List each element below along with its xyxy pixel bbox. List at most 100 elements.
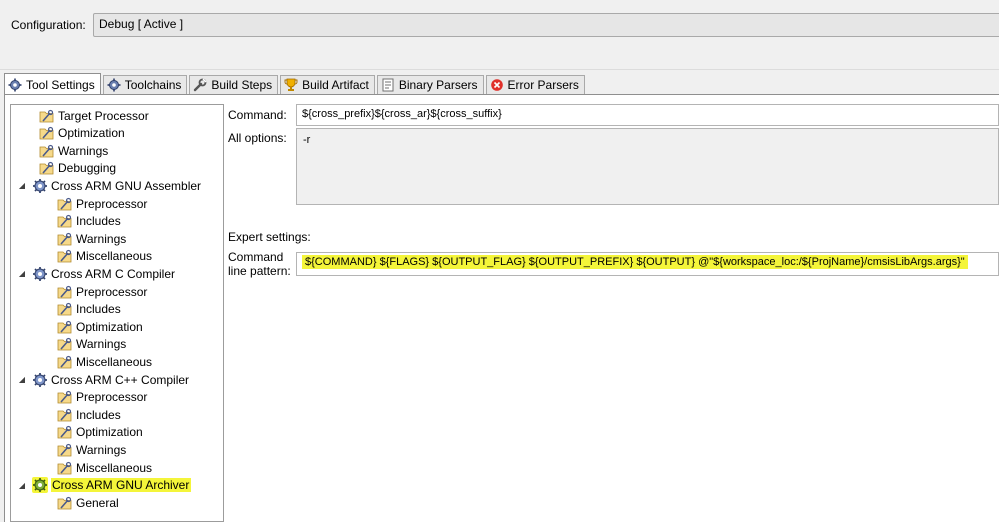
tree-tool-node[interactable]: ◢ Cross ARM C Compiler bbox=[17, 265, 175, 282]
gear-icon bbox=[8, 78, 22, 91]
tree-item-label: Target Processor bbox=[58, 108, 149, 123]
gear-icon bbox=[107, 78, 121, 92]
tree-option-node[interactable]: General bbox=[57, 494, 119, 511]
tab-toolchains[interactable]: Toolchains bbox=[102, 75, 188, 94]
error-icon bbox=[490, 79, 503, 91]
tab-tool-settings[interactable]: Tool Settings bbox=[4, 73, 101, 95]
all-options-field: -r bbox=[296, 128, 999, 205]
tree-tool-node[interactable]: ◢ Cross ARM GNU Assembler bbox=[17, 177, 201, 194]
tree-option-node[interactable]: Warnings bbox=[57, 230, 126, 247]
tree-item-label: Cross ARM GNU Archiver bbox=[51, 478, 192, 493]
configuration-select[interactable]: Debug [ Active ] bbox=[93, 13, 999, 37]
tree-item-label: General bbox=[76, 495, 119, 510]
tree-item-label: Miscellaneous bbox=[76, 249, 153, 264]
tool-gear-icon bbox=[32, 477, 48, 494]
tree-option-node[interactable]: Target Processor bbox=[39, 107, 149, 124]
tree-option-node[interactable]: Optimization bbox=[57, 424, 143, 441]
tab-label: Tool Settings bbox=[26, 77, 95, 92]
option-folder-icon bbox=[57, 424, 73, 440]
expand-arrow-icon[interactable]: ◢ bbox=[17, 269, 27, 278]
tree-item-label: Includes bbox=[76, 302, 121, 317]
tab-error-parsers[interactable]: Error Parsers bbox=[485, 75, 585, 94]
tree-option-node[interactable]: Optimization bbox=[57, 318, 143, 335]
option-folder-icon bbox=[57, 196, 73, 212]
tree-option-node[interactable]: Preprocessor bbox=[57, 195, 147, 212]
tree-item-label: Includes bbox=[76, 214, 121, 229]
option-folder-icon bbox=[57, 301, 73, 317]
tree-item-label: Warnings bbox=[58, 143, 109, 158]
option-folder-icon bbox=[39, 143, 55, 159]
binary-icon bbox=[382, 78, 394, 92]
command-line-pattern-value: ${COMMAND} ${FLAGS} ${OUTPUT_FLAG} ${OUT… bbox=[302, 255, 968, 269]
expert-settings-label: Expert settings: bbox=[228, 230, 311, 244]
option-folder-icon bbox=[39, 125, 55, 141]
tree-item-label: Warnings bbox=[76, 231, 127, 246]
tree-option-node[interactable]: Warnings bbox=[39, 142, 108, 159]
configuration-bar: Configuration: Debug [ Active ] bbox=[0, 0, 999, 70]
tree-option-node[interactable]: Miscellaneous bbox=[57, 248, 152, 265]
tool-gear-icon bbox=[32, 178, 48, 194]
pattern-label-line1: Command bbox=[228, 250, 284, 264]
option-folder-icon bbox=[57, 213, 73, 229]
option-folder-icon bbox=[57, 354, 73, 370]
command-line-pattern-input[interactable]: ${COMMAND} ${FLAGS} ${OUTPUT_FLAG} ${OUT… bbox=[296, 252, 999, 276]
expand-arrow-icon[interactable]: ◢ bbox=[17, 181, 27, 190]
tree-item-label: Cross ARM GNU Assembler bbox=[51, 178, 202, 193]
tree-item-label: Warnings bbox=[76, 337, 127, 352]
option-folder-icon bbox=[57, 336, 73, 352]
settings-tabs: Tool Settings Toolchains Build Steps Bui… bbox=[4, 72, 587, 95]
tree-option-node[interactable]: Miscellaneous bbox=[57, 459, 152, 476]
tab-label: Binary Parsers bbox=[398, 78, 478, 92]
tree-option-node[interactable]: Miscellaneous bbox=[57, 353, 152, 370]
command-input[interactable]: ${cross_prefix}${cross_ar}${cross_suffix… bbox=[296, 104, 999, 126]
option-folder-icon bbox=[57, 407, 73, 423]
expand-arrow-icon[interactable]: ◢ bbox=[17, 375, 27, 384]
option-folder-icon bbox=[57, 231, 73, 247]
tree-option-node[interactable]: Debugging bbox=[39, 160, 116, 177]
tree-item-label: Preprocessor bbox=[76, 390, 148, 405]
properties-dialog: Configuration: Debug [ Active ] Tool Set… bbox=[0, 0, 999, 522]
tree-option-node[interactable]: Warnings bbox=[57, 441, 126, 458]
tool-gear-icon bbox=[32, 372, 48, 388]
tree-item-label: Preprocessor bbox=[76, 196, 148, 211]
tab-label: Build Steps bbox=[211, 78, 273, 92]
tree-tool-node[interactable]: ◢ Cross ARM C++ Compiler bbox=[17, 371, 189, 388]
tab-build-artifact[interactable]: Build Artifact bbox=[280, 75, 375, 94]
tree-item-label: Optimization bbox=[76, 425, 143, 440]
tab-binary-parsers[interactable]: Binary Parsers bbox=[376, 75, 484, 94]
tree-option-node[interactable]: Preprocessor bbox=[57, 283, 147, 300]
tree-item-label: Preprocessor bbox=[76, 284, 148, 299]
tree-tool-node[interactable]: ◢ Cross ARM GNU Archiver bbox=[17, 477, 192, 494]
tree-option-node[interactable]: Optimization bbox=[39, 125, 125, 142]
tree-option-node[interactable]: Warnings bbox=[57, 336, 126, 353]
tree-option-node[interactable]: Includes bbox=[57, 213, 121, 230]
tree-item-label: Optimization bbox=[76, 319, 143, 334]
option-folder-icon bbox=[57, 460, 73, 476]
option-folder-icon bbox=[57, 319, 73, 335]
tree-option-node[interactable]: Includes bbox=[57, 301, 121, 318]
tree-item-label: Miscellaneous bbox=[76, 460, 153, 475]
tree-item-label: Optimization bbox=[58, 126, 125, 141]
tab-label: Error Parsers bbox=[507, 78, 579, 92]
tree-item-label: Debugging bbox=[58, 161, 117, 176]
expand-arrow-icon[interactable]: ◢ bbox=[17, 481, 27, 490]
tab-label: Build Artifact bbox=[302, 78, 369, 92]
option-folder-icon bbox=[57, 248, 73, 264]
tree-item-label: Cross ARM C Compiler bbox=[51, 266, 176, 281]
wrench-icon bbox=[194, 78, 207, 92]
tree-option-node[interactable]: Includes bbox=[57, 406, 121, 423]
tree-option-node[interactable]: Preprocessor bbox=[57, 389, 147, 406]
pattern-label-line2: line pattern: bbox=[228, 264, 291, 278]
all-options-label: All options: bbox=[228, 131, 287, 145]
option-folder-icon bbox=[39, 160, 55, 176]
option-folder-icon bbox=[39, 108, 55, 124]
tab-build-steps[interactable]: Build Steps bbox=[189, 75, 279, 94]
command-line-pattern-label: Command line pattern: bbox=[228, 250, 291, 278]
tool-gear-icon bbox=[32, 266, 48, 282]
option-folder-icon bbox=[57, 284, 73, 300]
tool-settings-tree[interactable]: Target Processor Optimization Warnings Debu… bbox=[10, 104, 224, 522]
tree-item-label: Cross ARM C++ Compiler bbox=[51, 372, 190, 387]
tree-item-label: Warnings bbox=[76, 442, 127, 457]
command-label: Command: bbox=[228, 108, 287, 122]
option-folder-icon bbox=[57, 389, 73, 405]
